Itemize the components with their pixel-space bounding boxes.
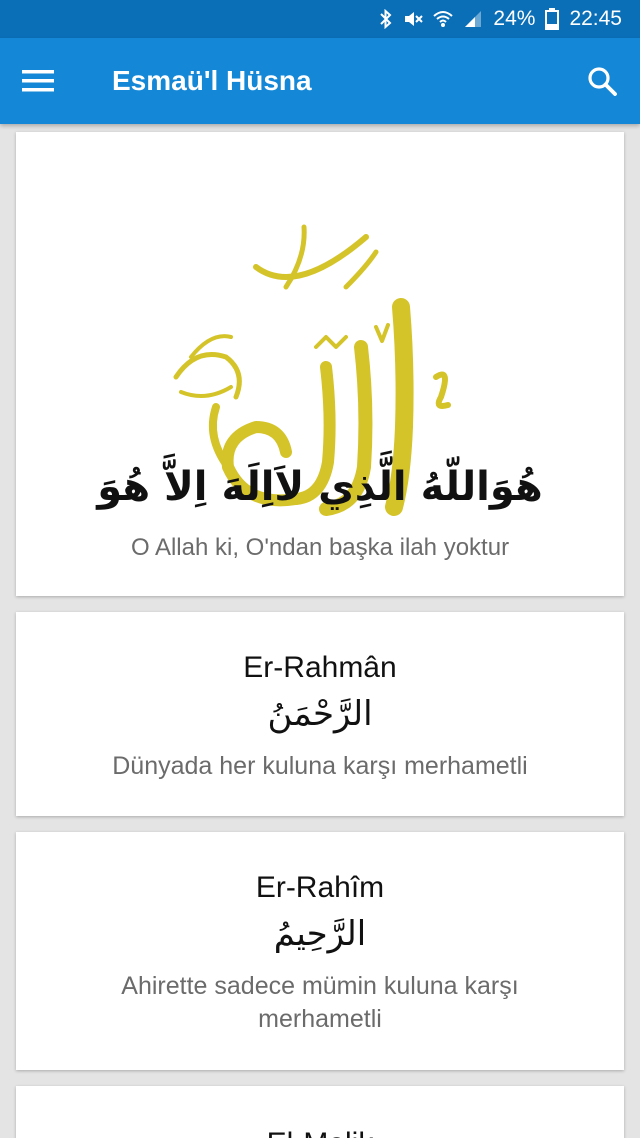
- name-arabic: الرَّحْمَنُ: [267, 694, 373, 734]
- name-card-er-rahim[interactable]: Er-Rahîm الرَّحِيمُ Ahirette sadece mümi…: [16, 832, 624, 1070]
- name-card-el-melik[interactable]: El-Melik: [16, 1086, 624, 1138]
- search-button[interactable]: [564, 38, 640, 124]
- bluetooth-icon: [379, 9, 393, 29]
- hamburger-menu-icon: [22, 70, 54, 92]
- wifi-icon: [433, 9, 454, 29]
- name-title: Er-Rahmân: [243, 651, 397, 684]
- status-bar: 24% 22:45: [0, 0, 640, 38]
- name-meaning: Dünyada her kuluna karşı merhametli: [112, 752, 528, 780]
- battery-icon: [545, 8, 560, 30]
- name-arabic: الرَّحِيمُ: [273, 914, 367, 954]
- battery-percent: 24%: [493, 7, 536, 30]
- name-title: Er-Rahîm: [255, 871, 385, 904]
- menu-button[interactable]: [0, 38, 76, 124]
- clock: 22:45: [569, 7, 622, 30]
- search-icon: [588, 67, 617, 96]
- signal-icon: [463, 9, 483, 29]
- app-title: Esmaü'l Hüsna: [112, 65, 312, 96]
- header-meaning-text: O Allah ki, O'ndan başka ilah yoktur: [130, 534, 510, 561]
- header-card: هُوَاللّهُ الَّذِي لاَاِلَهَ اِلاَّ هُوَ…: [16, 132, 624, 596]
- mute-icon: [403, 9, 424, 29]
- name-title: El-Melik: [36, 1126, 604, 1138]
- allah-calligraphy-image: [173, 224, 451, 516]
- name-meaning: Ahirette sadece mümin kuluna karşı merha…: [121, 972, 519, 1033]
- app-bar: Esmaü'l Hüsna: [0, 38, 640, 124]
- names-list: هُوَاللّهُ الَّذِي لاَاِلَهَ اِلاَّ هُوَ…: [16, 132, 624, 1138]
- header-arabic-text: هُوَاللّهُ الَّذِي لاَاِلَهَ اِلاَّ هُوَ: [97, 464, 543, 510]
- name-card-er-rahman[interactable]: Er-Rahmân الرَّحْمَنُ Dünyada her kuluna…: [16, 612, 624, 816]
